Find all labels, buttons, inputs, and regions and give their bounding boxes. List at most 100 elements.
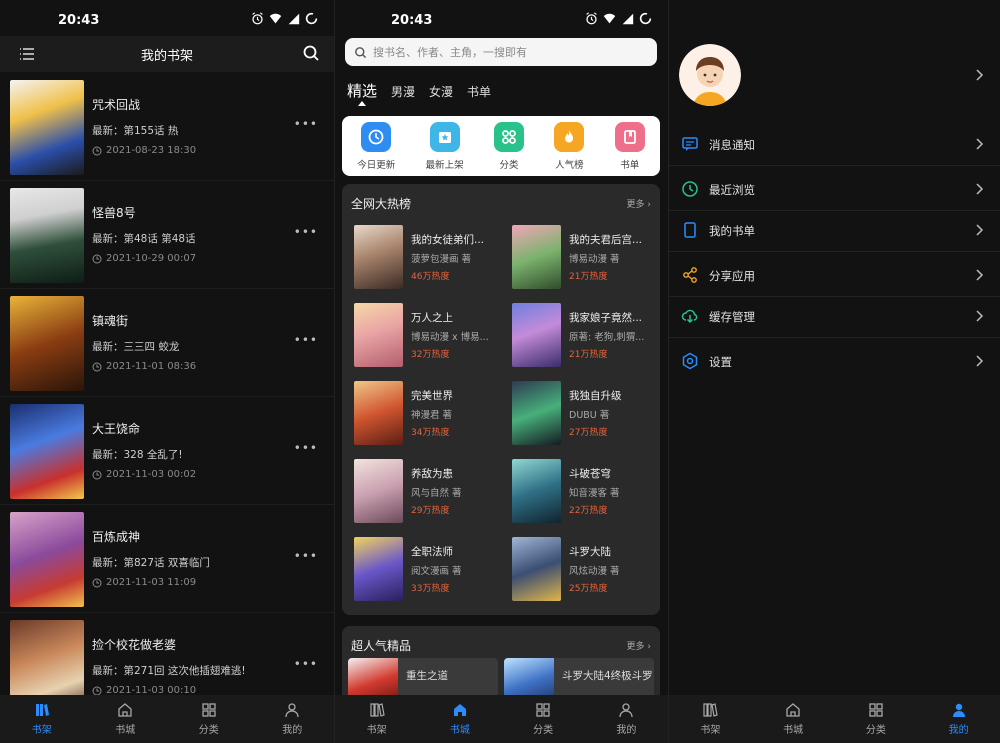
book-title: 百炼成神 <box>92 530 141 544</box>
ranking-item[interactable]: 完美世界 神漫君 著 34万热度 <box>354 381 504 451</box>
grid-icon <box>869 703 883 717</box>
quick-link-category[interactable]: 分类 <box>494 121 524 171</box>
ranking-item[interactable]: 我的女徒弟们... 菠萝包漫画 著 46万热度 <box>354 225 504 295</box>
chevron-right-icon <box>976 138 984 150</box>
search-icon <box>355 46 367 58</box>
book-cover <box>10 188 84 283</box>
book-title: 大王饶命 <box>92 422 141 436</box>
book-cover <box>512 459 561 523</box>
shelf-item[interactable]: 怪兽8号 最新：第48话 第48话 2021-10-29 00:07 ••• <box>0 181 334 289</box>
book-date: 2021-11-01 08:36 <box>92 361 196 372</box>
ranking-item[interactable]: 我的夫君后宫... 博易动漫 著 21万热度 <box>512 225 662 295</box>
more-link[interactable]: 更多 › <box>627 639 651 652</box>
more-options-icon[interactable]: ••• <box>294 117 318 131</box>
book-cover <box>512 381 561 445</box>
chevron-right-icon <box>976 355 984 367</box>
book-latest: 最新：三三四 蛟龙 <box>92 341 180 353</box>
ranking-item[interactable]: 斗罗大陆 风炫动漫 著 25万热度 <box>512 537 662 607</box>
tab-male[interactable]: 男漫 <box>391 83 415 100</box>
more-options-icon[interactable]: ••• <box>294 333 318 347</box>
book-date: 2021-11-03 00:02 <box>92 469 196 480</box>
alarm-icon <box>252 12 263 25</box>
shelf-item[interactable]: 镇魂街 最新：三三四 蛟龙 2021-11-01 08:36 ••• <box>0 289 334 397</box>
nav-category[interactable]: 分类 <box>502 695 585 743</box>
more-link[interactable]: 更多 › <box>627 197 651 210</box>
book-cover <box>512 225 561 289</box>
ranking-item[interactable]: 斗破苍穹 知音漫客 著 22万热度 <box>512 459 662 529</box>
signal-icon <box>288 13 300 25</box>
book-cover <box>354 459 403 523</box>
search-bar[interactable] <box>345 38 657 66</box>
nav-mine[interactable]: 我的 <box>917 695 1000 743</box>
menu-item-history[interactable]: 最近浏览 <box>669 167 1000 211</box>
quick-link-new-arrivals[interactable]: 最新上架 <box>426 121 464 171</box>
menu-item-notifications[interactable]: 消息通知 <box>669 122 1000 166</box>
nav-mine[interactable]: 我的 <box>251 695 335 743</box>
search-icon[interactable] <box>302 44 320 62</box>
more-options-icon[interactable]: ••• <box>294 657 318 671</box>
user-icon <box>285 703 299 718</box>
history-icon <box>682 181 698 197</box>
avatar[interactable] <box>679 44 741 106</box>
clock-icon <box>92 254 102 263</box>
more-options-icon[interactable]: ••• <box>294 549 318 563</box>
chevron-right-icon <box>976 183 984 195</box>
shelf-item[interactable]: 百炼成神 最新：第827话 双喜临门 2021-11-03 11:09 ••• <box>0 505 334 613</box>
shelf-item[interactable]: 大王饶命 最新：328 全乱了! 2021-11-03 00:02 ••• <box>0 397 334 505</box>
bottom-nav: 书架 书城 分类 我的 <box>669 695 1000 743</box>
chevron-right-icon[interactable] <box>976 69 984 81</box>
search-input[interactable] <box>373 45 633 59</box>
book-cover <box>354 303 403 367</box>
mine-screen: 消息通知 最近浏览 我的书单 分享应用 缓存管理 设置 书架 书城 分类 我的 <box>668 0 1000 743</box>
nav-bookshelf[interactable]: 书架 <box>0 695 84 743</box>
nav-store[interactable]: 书城 <box>752 695 835 743</box>
nav-category[interactable]: 分类 <box>835 695 918 743</box>
book-cover <box>512 303 561 367</box>
clock-icon <box>92 362 102 371</box>
nav-store[interactable]: 书城 <box>418 695 501 743</box>
chevron-right-icon <box>976 310 984 322</box>
bookshelf-screen: 20:43 我的书架 咒术回战 最新：第155话 热 2021-08-23 18… <box>0 0 334 743</box>
ranking-item[interactable]: 全职法师 阅文漫画 著 33万热度 <box>354 537 504 607</box>
page-title: 我的书架 <box>140 49 193 64</box>
book-title: 镇魂街 <box>92 314 129 328</box>
home-icon <box>118 703 132 717</box>
menu-item-booklist[interactable]: 我的书单 <box>669 208 1000 252</box>
more-options-icon[interactable]: ••• <box>294 225 318 239</box>
book-cover <box>512 537 561 601</box>
nav-mine[interactable]: 我的 <box>585 695 668 743</box>
bottom-nav: 书架 书城 分类 我的 <box>0 695 334 743</box>
section-title: 全网大热榜 <box>351 197 412 211</box>
shelf-item[interactable]: 咒术回战 最新：第155话 热 2021-08-23 18:30 ••• <box>0 73 334 181</box>
tab-booklist[interactable]: 书单 <box>467 83 491 100</box>
nav-bookshelf[interactable]: 书架 <box>335 695 418 743</box>
quick-link-popular-rank[interactable]: 人气榜 <box>554 121 585 171</box>
ranking-item[interactable]: 养敌为患 风与自然 著 29万热度 <box>354 459 504 529</box>
tab-female[interactable]: 女漫 <box>429 83 453 100</box>
book-latest: 最新：第271回 这次他插翅难逃! <box>92 665 246 677</box>
quick-link-booklist[interactable]: 书单 <box>614 121 645 171</box>
nav-category[interactable]: 分类 <box>167 695 251 743</box>
grid-icon <box>494 121 524 152</box>
menu-item-settings[interactable]: 设置 <box>669 339 1000 383</box>
quick-link-today-updates[interactable]: 今日更新 <box>357 121 395 171</box>
more-options-icon[interactable]: ••• <box>294 441 318 455</box>
menu-item-share[interactable]: 分享应用 <box>669 253 1000 297</box>
battery-icon <box>639 12 652 25</box>
grid-icon <box>536 703 550 717</box>
battery-icon <box>305 12 318 25</box>
tab-featured[interactable]: 精选 <box>347 80 377 106</box>
store-screen: 20:43 精选 男漫 女漫 书单 今日更新 最新上架 分类 <box>334 0 668 743</box>
nav-store[interactable]: 书城 <box>84 695 168 743</box>
book-cover <box>10 80 84 175</box>
ranking-item[interactable]: 我家娘子竟然... 原著: 老狗,刺猬... 21万热度 <box>512 303 662 373</box>
user-icon <box>619 703 634 718</box>
book-date: 2021-11-03 11:09 <box>92 577 196 588</box>
menu-item-cache[interactable]: 缓存管理 <box>669 294 1000 338</box>
clock-icon <box>92 146 102 155</box>
ranking-item[interactable]: 万人之上 博易动漫 x 博易... 32万热度 <box>354 303 504 373</box>
book-icon <box>614 121 645 152</box>
ranking-item[interactable]: 我独自升级 DUBU 著 27万热度 <box>512 381 662 451</box>
nav-bookshelf[interactable]: 书架 <box>669 695 752 743</box>
book-latest: 最新：第827话 双喜临门 <box>92 557 210 569</box>
